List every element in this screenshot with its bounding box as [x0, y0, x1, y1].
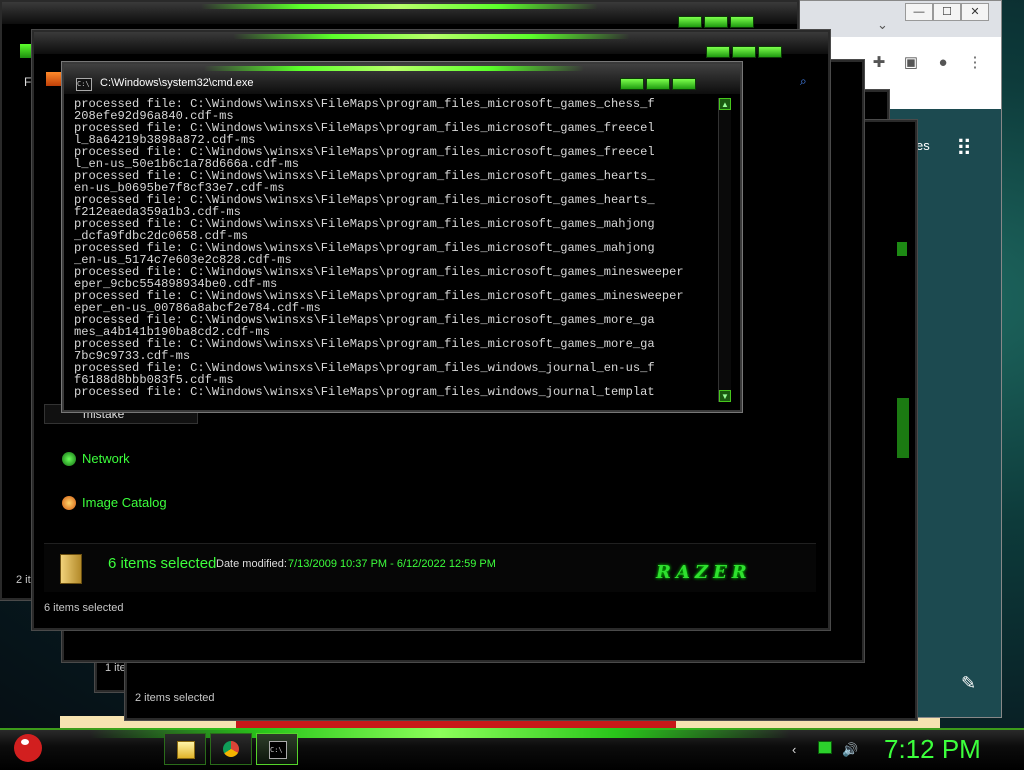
volume-icon[interactable]: 🔊 — [842, 742, 858, 758]
date-modified-value: 7/13/2009 10:37 PM - 6/12/2022 12:59 PM — [288, 558, 496, 570]
back-button-icon[interactable] — [46, 72, 62, 86]
selection-count: 6 items selected — [108, 555, 217, 572]
razer-logo: RAZER — [656, 562, 752, 583]
scroll-down-icon[interactable]: ▼ — [719, 390, 731, 402]
cmd-title: C:\Windows\system32\cmd.exe — [100, 77, 254, 89]
angry-bird-start-icon — [14, 734, 42, 762]
cmd-icon: C:\ — [76, 78, 92, 91]
status-bar-text: 6 items selected — [44, 602, 124, 614]
nav-item-image-catalog[interactable]: Image Catalog — [82, 495, 167, 510]
taskbar-clock[interactable]: 7:12 PM — [884, 734, 981, 765]
network-tray-icon[interactable] — [818, 741, 832, 754]
profile-icon[interactable]: ● — [933, 53, 953, 73]
minimize-button[interactable]: — — [905, 3, 933, 21]
tab-search-chevron-icon[interactable]: ⌄ — [877, 17, 888, 33]
cmd-icon: C:\ — [269, 741, 287, 759]
nav-item-network[interactable]: Network — [82, 451, 130, 466]
taskbar-chrome[interactable] — [210, 733, 252, 765]
side-panel-icon[interactable]: ▣ — [901, 53, 921, 73]
date-modified-label: Date modified: — [216, 558, 287, 570]
network-icon — [62, 452, 76, 466]
apps-label: es — [916, 138, 930, 153]
chrome-icon — [223, 741, 239, 757]
taskbar-explorer[interactable] — [164, 733, 206, 765]
window-buttons[interactable] — [620, 78, 696, 90]
extensions-icon[interactable]: ✚ — [869, 53, 889, 73]
close-button[interactable]: ✕ — [961, 3, 989, 21]
cmd-titlebar[interactable]: C:\ C:\Windows\system32\cmd.exe ⌕ — [64, 64, 807, 94]
status-text: 2 items selected — [135, 692, 215, 704]
cmd-window[interactable]: C:\ C:\Windows\system32\cmd.exe ⌕ proces… — [62, 62, 807, 412]
taskbar-cmd[interactable]: C:\ — [256, 733, 298, 765]
scrollbar-thumb[interactable] — [897, 398, 909, 458]
window-buttons[interactable] — [678, 16, 754, 28]
window-buttons[interactable] — [706, 46, 782, 58]
cmd-scrollbar[interactable]: ▲ ▼ — [718, 98, 731, 402]
show-hidden-icons-icon[interactable]: ‹ — [792, 742, 796, 757]
maximize-button[interactable]: ☐ — [933, 3, 961, 21]
start-button[interactable] — [6, 728, 50, 768]
scrollbar-thumb[interactable] — [897, 242, 907, 256]
details-pane: 6 items selected Date modified: 7/13/200… — [44, 543, 816, 592]
cmd-line: processed file: C:\Windows\winsxs\FileMa… — [74, 385, 655, 399]
pencil-icon[interactable]: ✎ — [961, 673, 976, 694]
navigation-pane: mistake Network Image Catalog — [44, 404, 200, 540]
folder-icon — [60, 554, 82, 584]
search-icon[interactable]: ⌕ — [800, 74, 807, 89]
cmd-output[interactable]: processed file: C:\Windows\winsxs\FileMa… — [74, 98, 714, 402]
scroll-up-icon[interactable]: ▲ — [719, 98, 731, 110]
image-catalog-icon — [62, 496, 76, 510]
apps-grid-icon[interactable]: ⠿ — [956, 136, 972, 162]
folder-icon — [177, 741, 195, 759]
menu-icon[interactable]: ⋮ — [965, 53, 985, 73]
